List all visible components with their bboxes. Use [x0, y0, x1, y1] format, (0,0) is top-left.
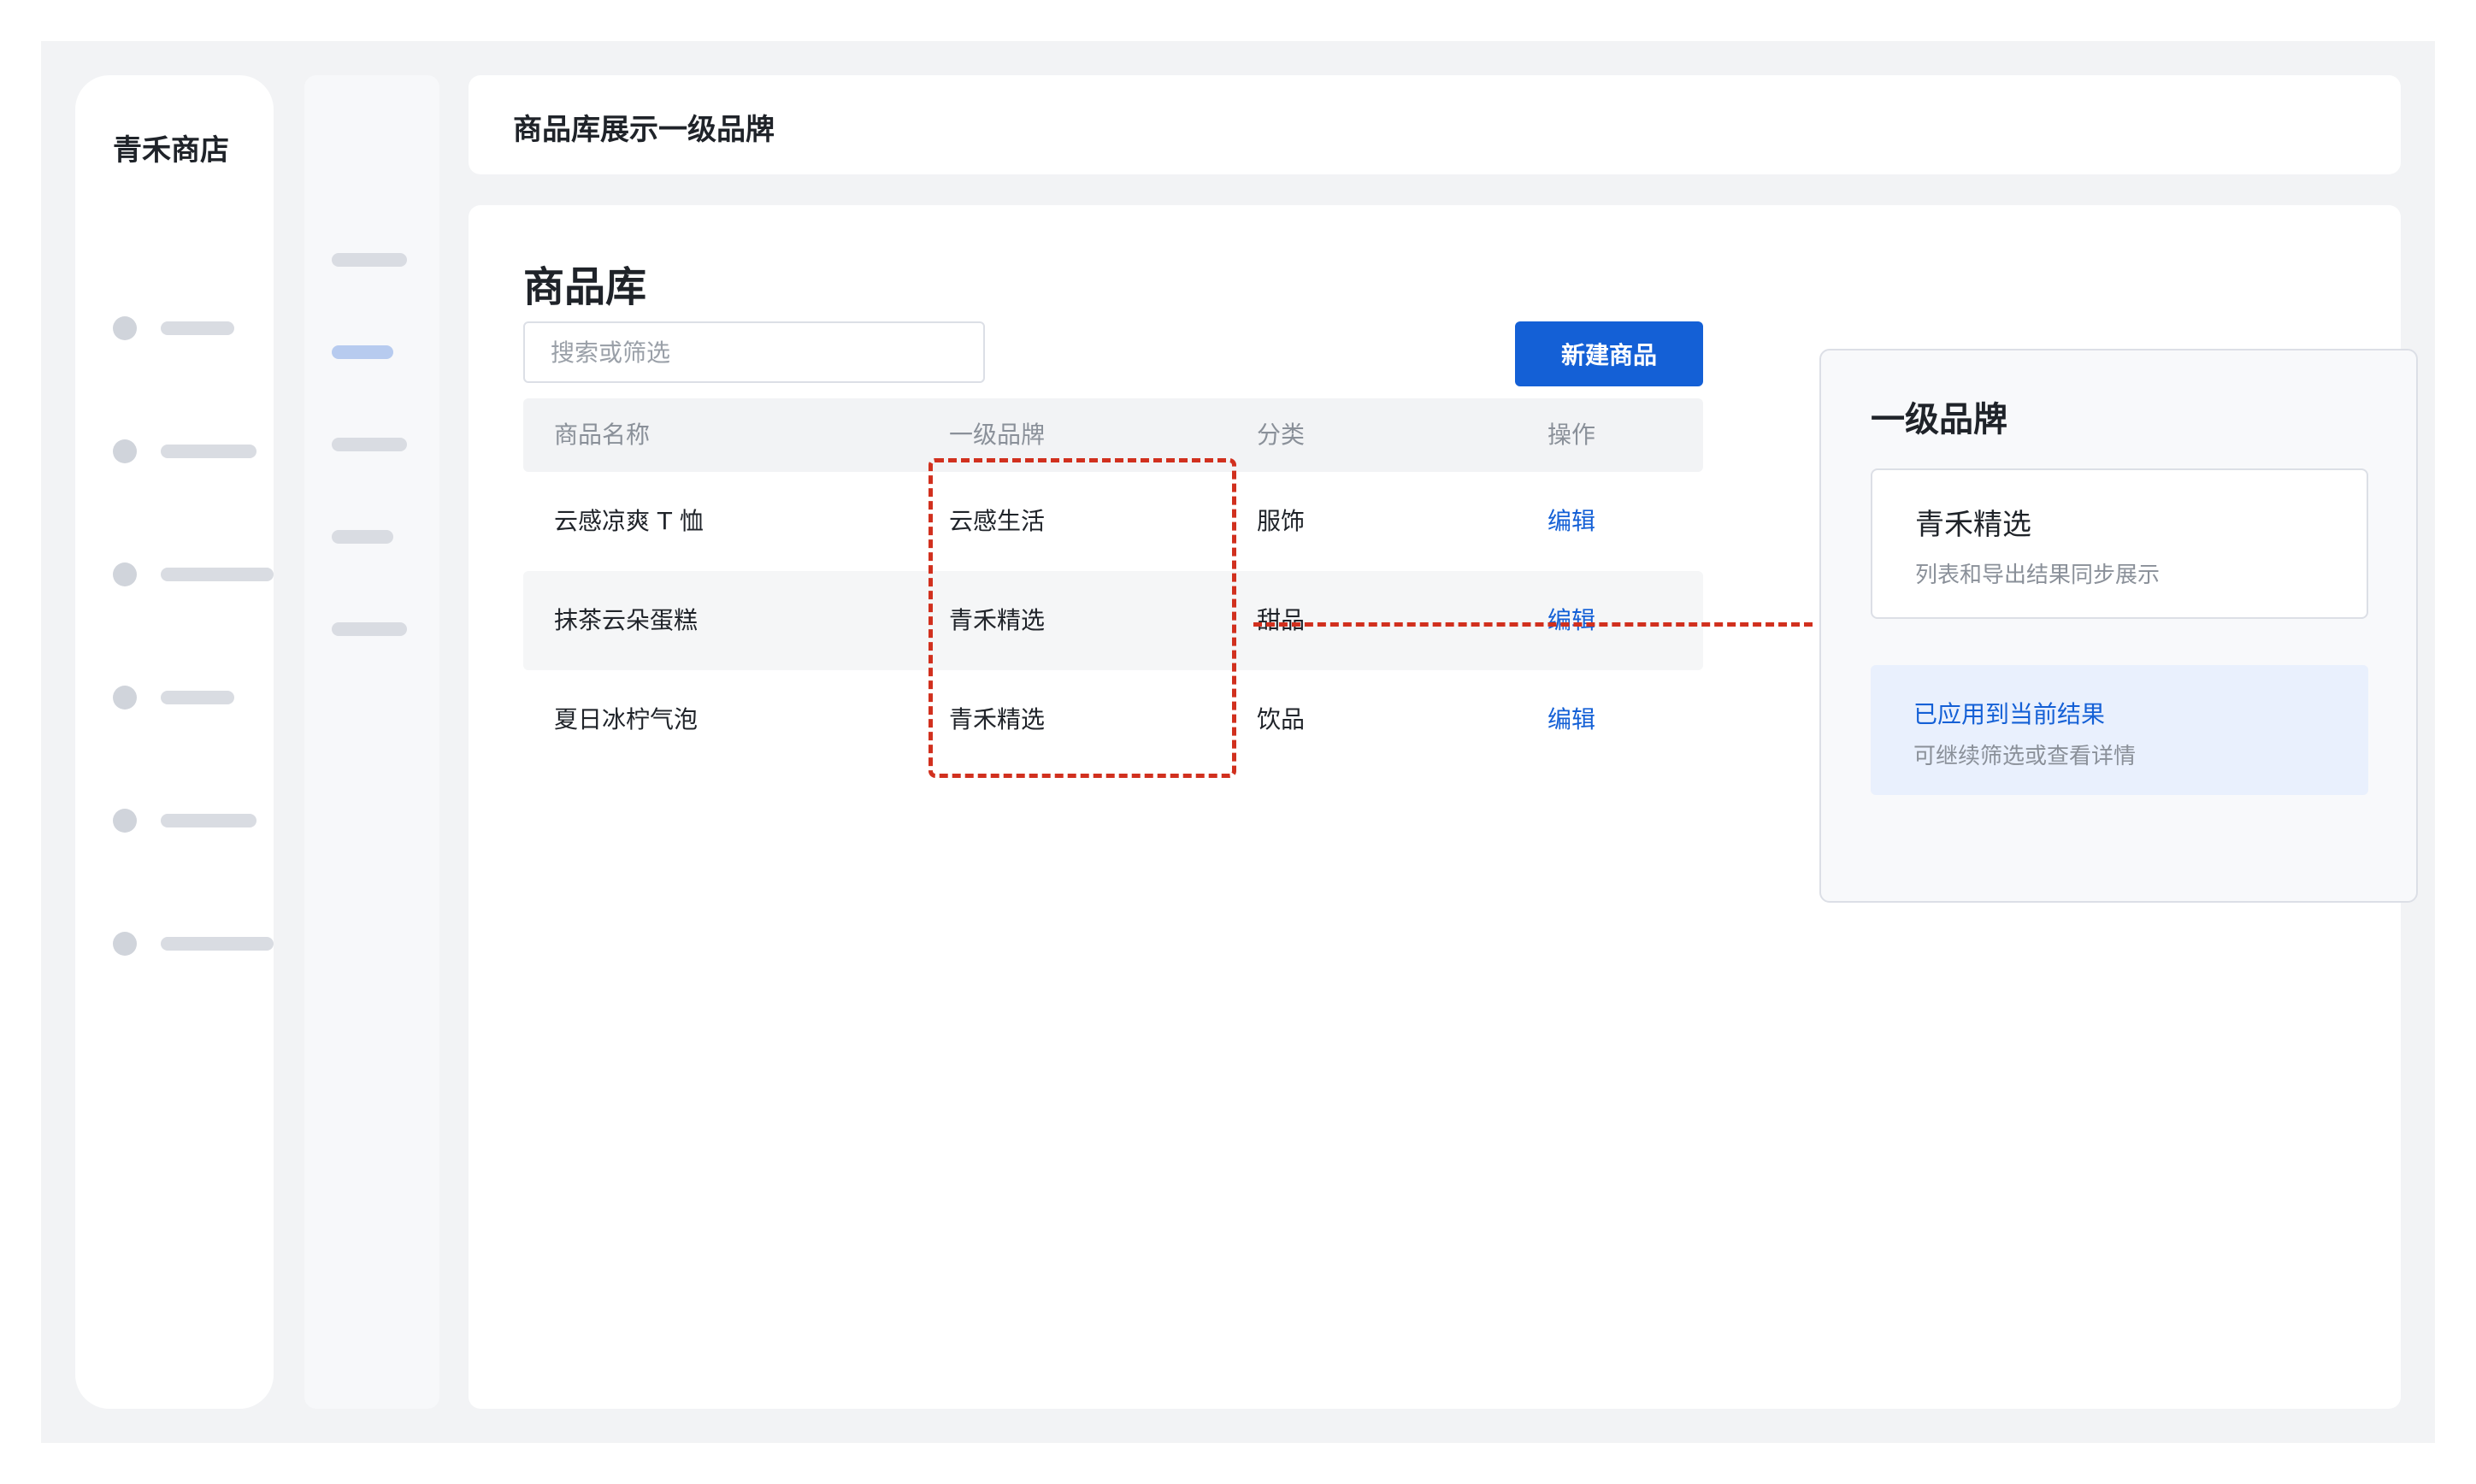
- sidebar-item-6[interactable]: [113, 932, 274, 956]
- brand-name: 青禾商店: [113, 133, 229, 168]
- nav-dot-icon: [113, 316, 137, 340]
- table-row: 云感凉爽 T 恤 云感生活 服饰 编辑: [523, 472, 1703, 571]
- cell-category: 服饰: [1257, 507, 1306, 535]
- applied-status-box: 已应用到当前结果 可继续筛选或查看详情: [1871, 665, 2368, 795]
- subnav-item-4[interactable]: [332, 530, 393, 544]
- cell-product-name: 夏日冰柠气泡: [554, 705, 699, 733]
- status-title: 已应用到当前结果: [1913, 700, 2106, 728]
- column-header-name: 商品名称: [554, 421, 651, 449]
- sidebar-item-1[interactable]: [113, 316, 250, 340]
- brand-option-name: 青禾精选: [1915, 508, 2031, 542]
- sidebar-item-2[interactable]: [113, 439, 256, 463]
- page-title: 商品库: [523, 263, 647, 311]
- nav-placeholder-bar: [161, 814, 256, 827]
- header-title: 商品库展示一级品牌: [513, 113, 775, 147]
- column-header-action: 操作: [1548, 421, 1596, 449]
- status-subtitle: 可继续筛选或查看详情: [1913, 744, 2137, 769]
- edit-link[interactable]: 编辑: [1548, 472, 1595, 571]
- edit-link[interactable]: 编辑: [1548, 571, 1595, 670]
- brand-option-card[interactable]: 青禾精选 列表和导出结果同步展示: [1871, 468, 2368, 619]
- panel-title: 一级品牌: [1871, 400, 2007, 439]
- edit-link[interactable]: 编辑: [1548, 670, 1595, 769]
- search-input[interactable]: [523, 321, 985, 383]
- cell-category: 饮品: [1257, 705, 1306, 733]
- subnav-item-3[interactable]: [332, 438, 407, 451]
- nav-placeholder-bar: [161, 321, 234, 335]
- nav-placeholder-bar: [161, 691, 234, 704]
- cell-brand: 青禾精选: [949, 705, 1046, 733]
- sidebar-item-4[interactable]: [113, 686, 250, 710]
- subnav-item-5[interactable]: [332, 622, 407, 636]
- subnav-item-2-active[interactable]: [332, 345, 393, 359]
- nav-dot-icon: [113, 562, 137, 586]
- secondary-nav: [304, 75, 439, 1409]
- new-product-button[interactable]: 新建商品: [1515, 321, 1703, 386]
- column-header-category: 分类: [1257, 421, 1306, 449]
- sidebar-item-3[interactable]: [113, 562, 274, 586]
- nav-placeholder-bar: [161, 937, 274, 951]
- nav-dot-icon: [113, 686, 137, 710]
- table-row: 夏日冰柠气泡 青禾精选 饮品 编辑: [523, 670, 1703, 769]
- top-header: 商品库展示一级品牌: [469, 75, 2401, 174]
- subnav-item-1[interactable]: [332, 253, 407, 267]
- sidebar-item-5[interactable]: [113, 809, 256, 833]
- cell-product-name: 抹茶云朵蛋糕: [554, 606, 699, 634]
- brand-panel: 一级品牌 青禾精选 列表和导出结果同步展示 已应用到当前结果 可继续筛选或查看详…: [1819, 349, 2418, 903]
- product-table: 商品名称 一级品牌 分类 操作 云感凉爽 T 恤 云感生活 服饰 编辑 抹茶云朵…: [523, 398, 1703, 769]
- column-header-brand: 一级品牌: [949, 421, 1046, 449]
- table-header: 商品名称 一级品牌 分类 操作: [523, 398, 1703, 472]
- cell-category: 甜品: [1257, 606, 1306, 634]
- table-row: 抹茶云朵蛋糕 青禾精选 甜品 编辑: [523, 571, 1703, 670]
- nav-placeholder-bar: [161, 568, 274, 581]
- nav-dot-icon: [113, 439, 137, 463]
- cell-brand: 云感生活: [949, 507, 1046, 535]
- nav-dot-icon: [113, 809, 137, 833]
- cell-brand: 青禾精选: [949, 606, 1046, 634]
- nav-dot-icon: [113, 932, 137, 956]
- brand-option-description: 列表和导出结果同步展示: [1915, 562, 2161, 588]
- cell-product-name: 云感凉爽 T 恤: [554, 507, 704, 535]
- nav-placeholder-bar: [161, 445, 256, 458]
- sidebar: 青禾商店: [75, 75, 274, 1409]
